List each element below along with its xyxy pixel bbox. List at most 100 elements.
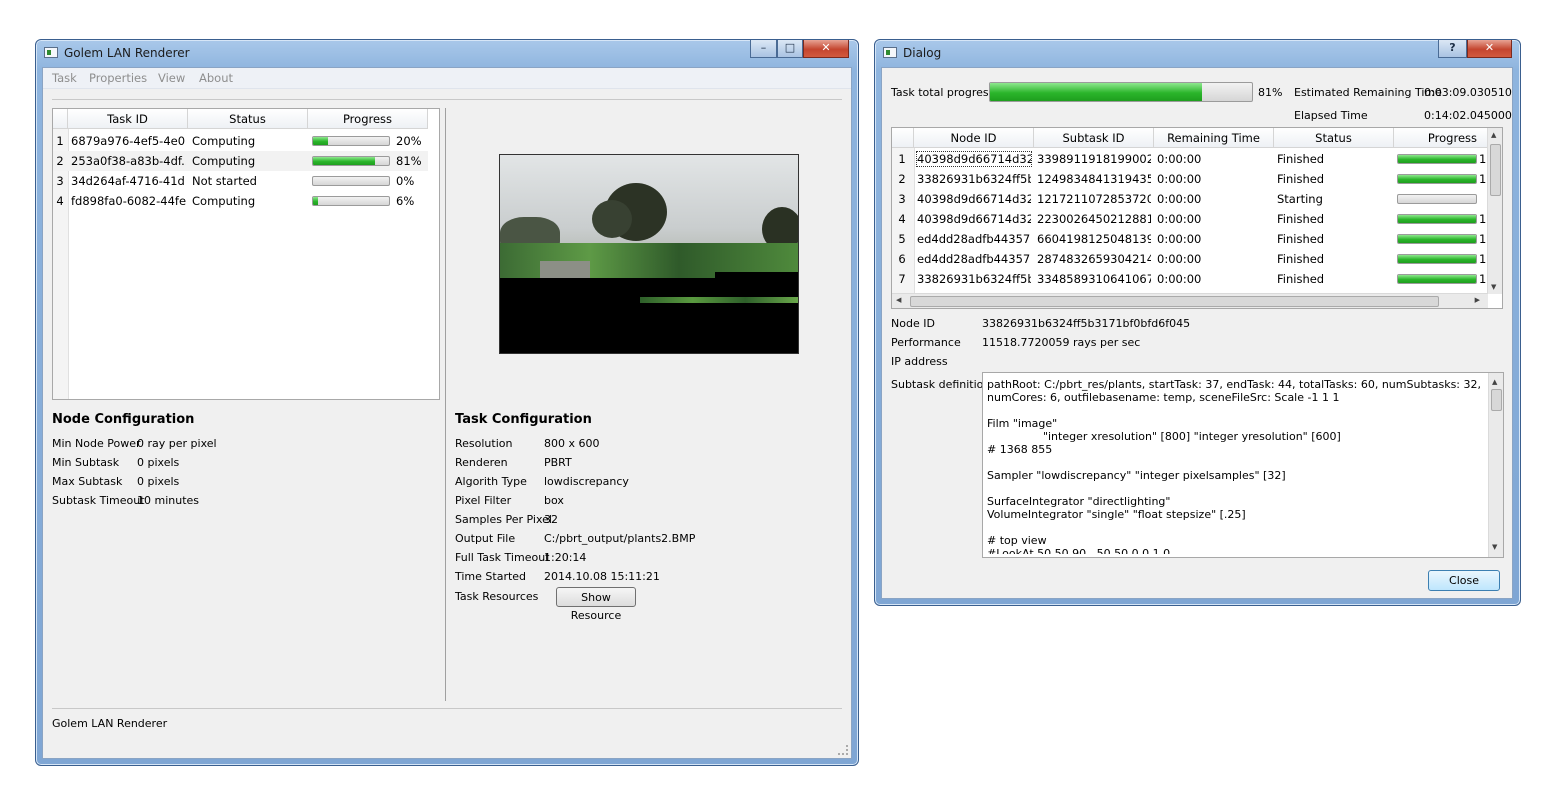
subtask-id-cell[interactable]: 33989119181990023...: [1037, 152, 1151, 166]
menu-about[interactable]: About: [199, 71, 233, 85]
table-row[interactable]: 7 33826931b6324ff5b... 33485893106410676..…: [892, 269, 1488, 289]
remaining-time-cell[interactable]: 0:00:00: [1157, 272, 1271, 286]
scroll-down-icon[interactable]: ▼: [1491, 283, 1496, 291]
table-row[interactable]: 2 33826931b6324ff5b... 12498348413194356..…: [892, 169, 1488, 189]
subtasks-vertical-scrollbar[interactable]: ▲ ▼: [1487, 128, 1502, 294]
subtasks-header-node-id[interactable]: Node ID: [914, 128, 1034, 148]
node-id-cell[interactable]: 33826931b6324ff5b...: [917, 272, 1031, 286]
task-id-cell[interactable]: fd898fa0-6082-44fe...: [71, 194, 186, 208]
table-row[interactable]: 5 ed4dd28adfb44357... 66041981250481398...…: [892, 229, 1488, 249]
remaining-time-cell[interactable]: 0:00:00: [1157, 232, 1271, 246]
subtask-id-cell[interactable]: 33485893106410676...: [1037, 272, 1151, 286]
main-splitter[interactable]: [445, 108, 446, 701]
subtask-status-cell[interactable]: Finished: [1277, 252, 1391, 266]
node-id-cell[interactable]: 33826931b6324ff5b...: [917, 172, 1031, 186]
subtask-status-cell[interactable]: Finished: [1277, 272, 1391, 286]
table-row[interactable]: 4 fd898fa0-6082-44fe... Computing 6%: [53, 191, 428, 211]
table-row[interactable]: 4 40398d9d66714d32... 22300264502128818...…: [892, 209, 1488, 229]
row-number: 6: [898, 252, 906, 266]
dialog-close-button[interactable]: Close: [1428, 570, 1500, 591]
definition-line: SurfaceIntegrator "directlighting": [987, 495, 1171, 508]
subtask-id-cell[interactable]: 12498348413194356...: [1037, 172, 1151, 186]
node-id-cell[interactable]: ed4dd28adfb44357...: [917, 252, 1031, 266]
subtask-status-cell[interactable]: Finished: [1277, 152, 1391, 166]
tasks-table[interactable]: Task ID Status Progress 1 6879a976-4ef5-4…: [52, 108, 440, 400]
task-id-cell[interactable]: 253a0f38-a83b-4df...: [71, 154, 186, 168]
subtask-status-cell[interactable]: Finished: [1277, 212, 1391, 226]
show-resource-button[interactable]: Show Resource: [556, 587, 636, 622]
tasks-header-progress[interactable]: Progress: [308, 109, 428, 129]
node-id-cell[interactable]: 40398d9d66714d32...: [917, 212, 1031, 226]
task-status-cell[interactable]: Computing: [192, 154, 304, 168]
minimize-button[interactable]: –: [750, 40, 777, 58]
task-resources-label: Task Resources: [455, 590, 539, 603]
subtask-definition-text[interactable]: pathRoot: C:/pbrt_res/plants, startTask:…: [982, 372, 1504, 558]
subtask-id-cell[interactable]: 12172110728537202...: [1037, 192, 1151, 206]
node-config-value: 10 minutes: [137, 494, 200, 507]
task-status-cell[interactable]: Not started: [192, 174, 304, 188]
tasks-header-task-id[interactable]: Task ID: [68, 109, 188, 129]
definition-line: "integer xresolution" [800] "integer yre…: [987, 430, 1341, 443]
scroll-thumb[interactable]: [1490, 144, 1501, 196]
node-id-cell[interactable]: 40398d9d66714d32...: [917, 192, 1031, 206]
def-scroll-thumb[interactable]: [1491, 389, 1502, 411]
subtask-id-cell[interactable]: 22300264502128818...: [1037, 212, 1151, 226]
menu-view[interactable]: View: [158, 71, 185, 85]
row-number: 5: [898, 232, 906, 246]
task-status-cell[interactable]: Computing: [192, 134, 304, 148]
subtask-id-cell[interactable]: 28748326593042144...: [1037, 252, 1151, 266]
subtask-id-cell[interactable]: 66041981250481398...: [1037, 232, 1151, 246]
table-row[interactable]: 1 40398d9d66714d32... 33989119181990023...…: [892, 149, 1488, 169]
task-progress-fill: [313, 137, 329, 145]
remaining-time-cell[interactable]: 0:00:00: [1157, 172, 1271, 186]
ip-address-label: IP address: [891, 355, 948, 368]
def-scroll-up-icon[interactable]: ▲: [1492, 376, 1497, 389]
task-status-cell[interactable]: Computing: [192, 194, 304, 208]
table-row[interactable]: 3 34d264af-4716-41d... Not started 0%: [53, 171, 428, 191]
task-config-label: Resolution: [455, 437, 513, 450]
resize-grip-icon[interactable]: [838, 745, 848, 755]
definition-line: #LookAt 50 50 90 50 50 0 0 1 0: [987, 547, 1171, 554]
tasks-header-status[interactable]: Status: [188, 109, 308, 129]
task-id-cell[interactable]: 34d264af-4716-41d...: [71, 174, 186, 188]
dialog-titlebar[interactable]: Dialog ? ✕: [875, 40, 1520, 66]
subtasks-header-remaining[interactable]: Remaining Time: [1154, 128, 1274, 148]
definition-vertical-scrollbar[interactable]: ▲ ▼: [1488, 373, 1503, 557]
scroll-up-icon[interactable]: ▲: [1491, 131, 1496, 139]
scroll-h-thumb[interactable]: [910, 296, 1439, 307]
render-preview-image: [499, 154, 799, 354]
table-row[interactable]: 1 6879a976-4ef5-4e0... Computing 20%: [53, 131, 428, 151]
node-config-label: Min Node Power: [52, 437, 141, 450]
subtask-status-cell[interactable]: Finished: [1277, 232, 1391, 246]
menu-properties[interactable]: Properties: [89, 71, 147, 85]
remaining-time-cell[interactable]: 0:00:00: [1157, 192, 1271, 206]
node-id-cell[interactable]: ed4dd28adfb44357...: [917, 232, 1031, 246]
table-row[interactable]: 2 253a0f38-a83b-4df... Computing 81%: [53, 151, 428, 171]
elapsed-time-value: 0:14:02.045000: [1424, 109, 1512, 122]
maximize-button[interactable]: □: [777, 40, 803, 58]
subtasks-header-status[interactable]: Status: [1274, 128, 1394, 148]
close-window-button[interactable]: ✕: [803, 40, 849, 58]
subtask-status-cell[interactable]: Finished: [1277, 172, 1391, 186]
subtasks-header-progress[interactable]: Progress: [1394, 128, 1488, 148]
menu-task[interactable]: Task: [52, 71, 77, 85]
remaining-time-cell[interactable]: 0:00:00: [1157, 252, 1271, 266]
subtasks-horizontal-scrollbar[interactable]: ◀ ▶: [892, 293, 1488, 308]
help-button[interactable]: ?: [1438, 40, 1467, 58]
table-row[interactable]: 3 40398d9d66714d32... 12172110728537202...…: [892, 189, 1488, 209]
task-id-cell[interactable]: 6879a976-4ef5-4e0...: [71, 134, 186, 148]
node-id-cell[interactable]: 40398d9d66714d32...: [916, 151, 1032, 167]
remaining-time-cell[interactable]: 0:00:00: [1157, 212, 1271, 226]
dialog-close-window-button[interactable]: ✕: [1467, 40, 1512, 58]
total-progress-bar: [989, 82, 1253, 102]
main-titlebar[interactable]: Golem LAN Renderer – □ ✕: [36, 40, 858, 66]
subtask-status-cell[interactable]: Starting: [1277, 192, 1391, 206]
def-scroll-down-icon[interactable]: ▼: [1492, 541, 1497, 554]
table-row[interactable]: 6 ed4dd28adfb44357... 28748326593042144...…: [892, 249, 1488, 269]
scroll-left-icon[interactable]: ◀: [896, 296, 901, 304]
row-number: 3: [898, 192, 906, 206]
subtasks-header-subtask-id[interactable]: Subtask ID: [1034, 128, 1154, 148]
remaining-time-cell[interactable]: 0:00:00: [1157, 152, 1271, 166]
subtasks-table[interactable]: Node ID Subtask ID Remaining Time Status…: [891, 127, 1503, 309]
scroll-right-icon[interactable]: ▶: [1475, 296, 1480, 304]
